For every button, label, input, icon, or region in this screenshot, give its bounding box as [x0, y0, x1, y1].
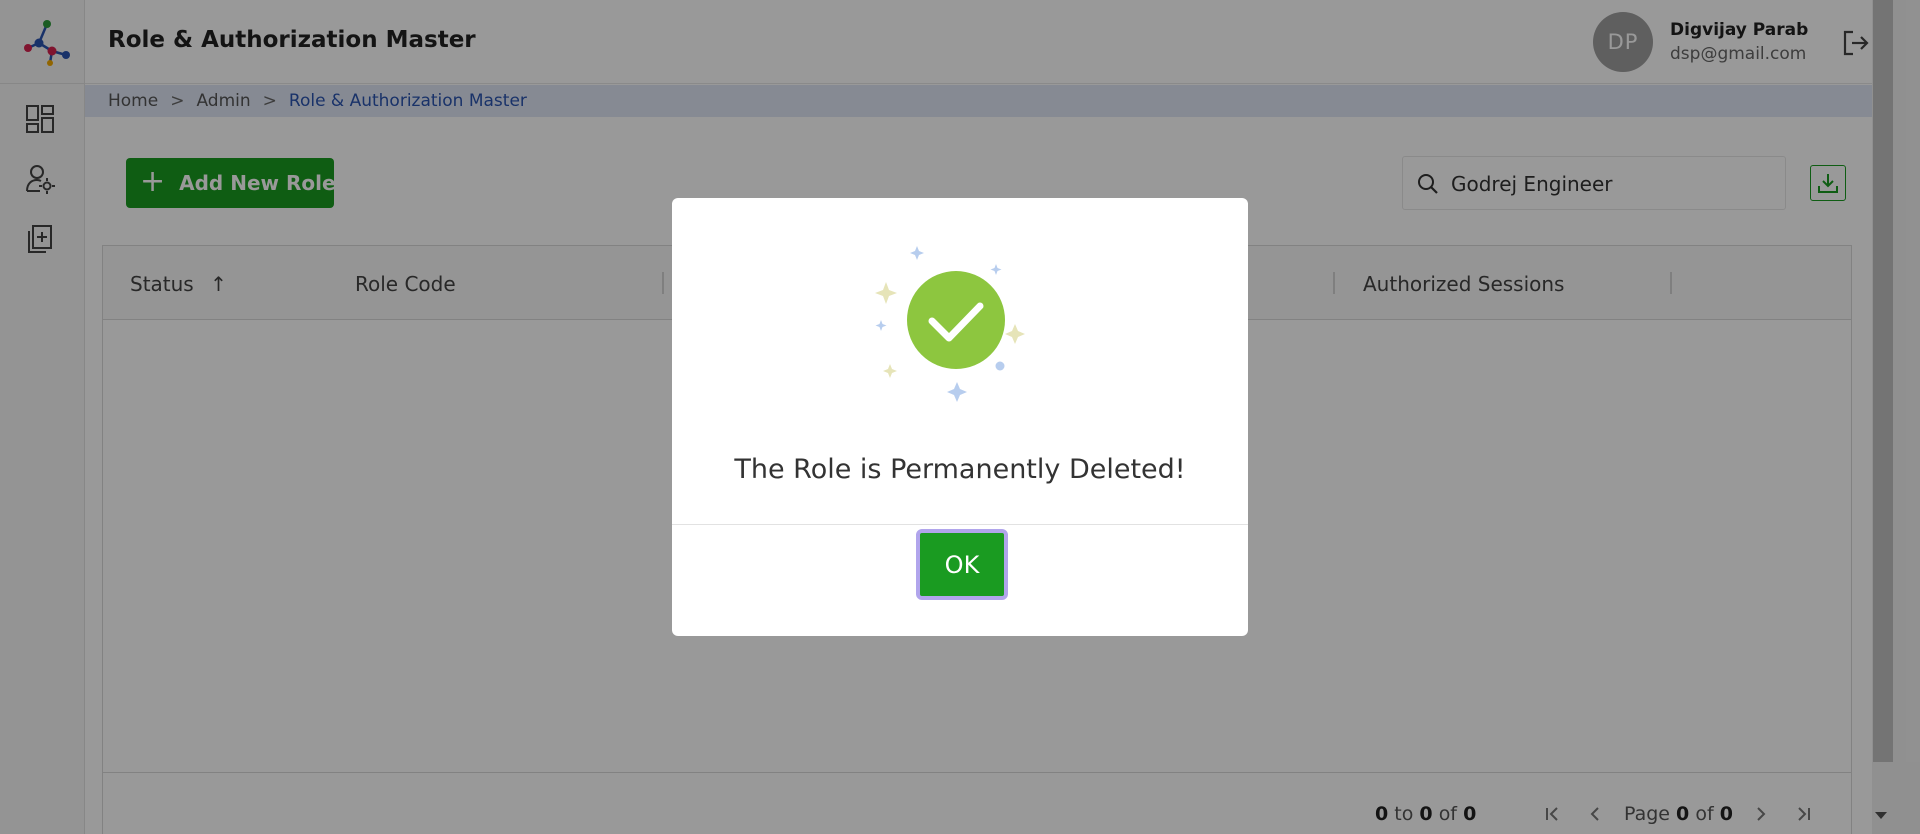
check-circle-icon [875, 246, 1025, 402]
success-dialog: The Role is Permanently Deleted! OK [672, 198, 1248, 636]
dialog-message: The Role is Permanently Deleted! [734, 454, 1186, 485]
dialog-divider [672, 524, 1248, 525]
ok-button[interactable]: OK [916, 529, 1008, 600]
